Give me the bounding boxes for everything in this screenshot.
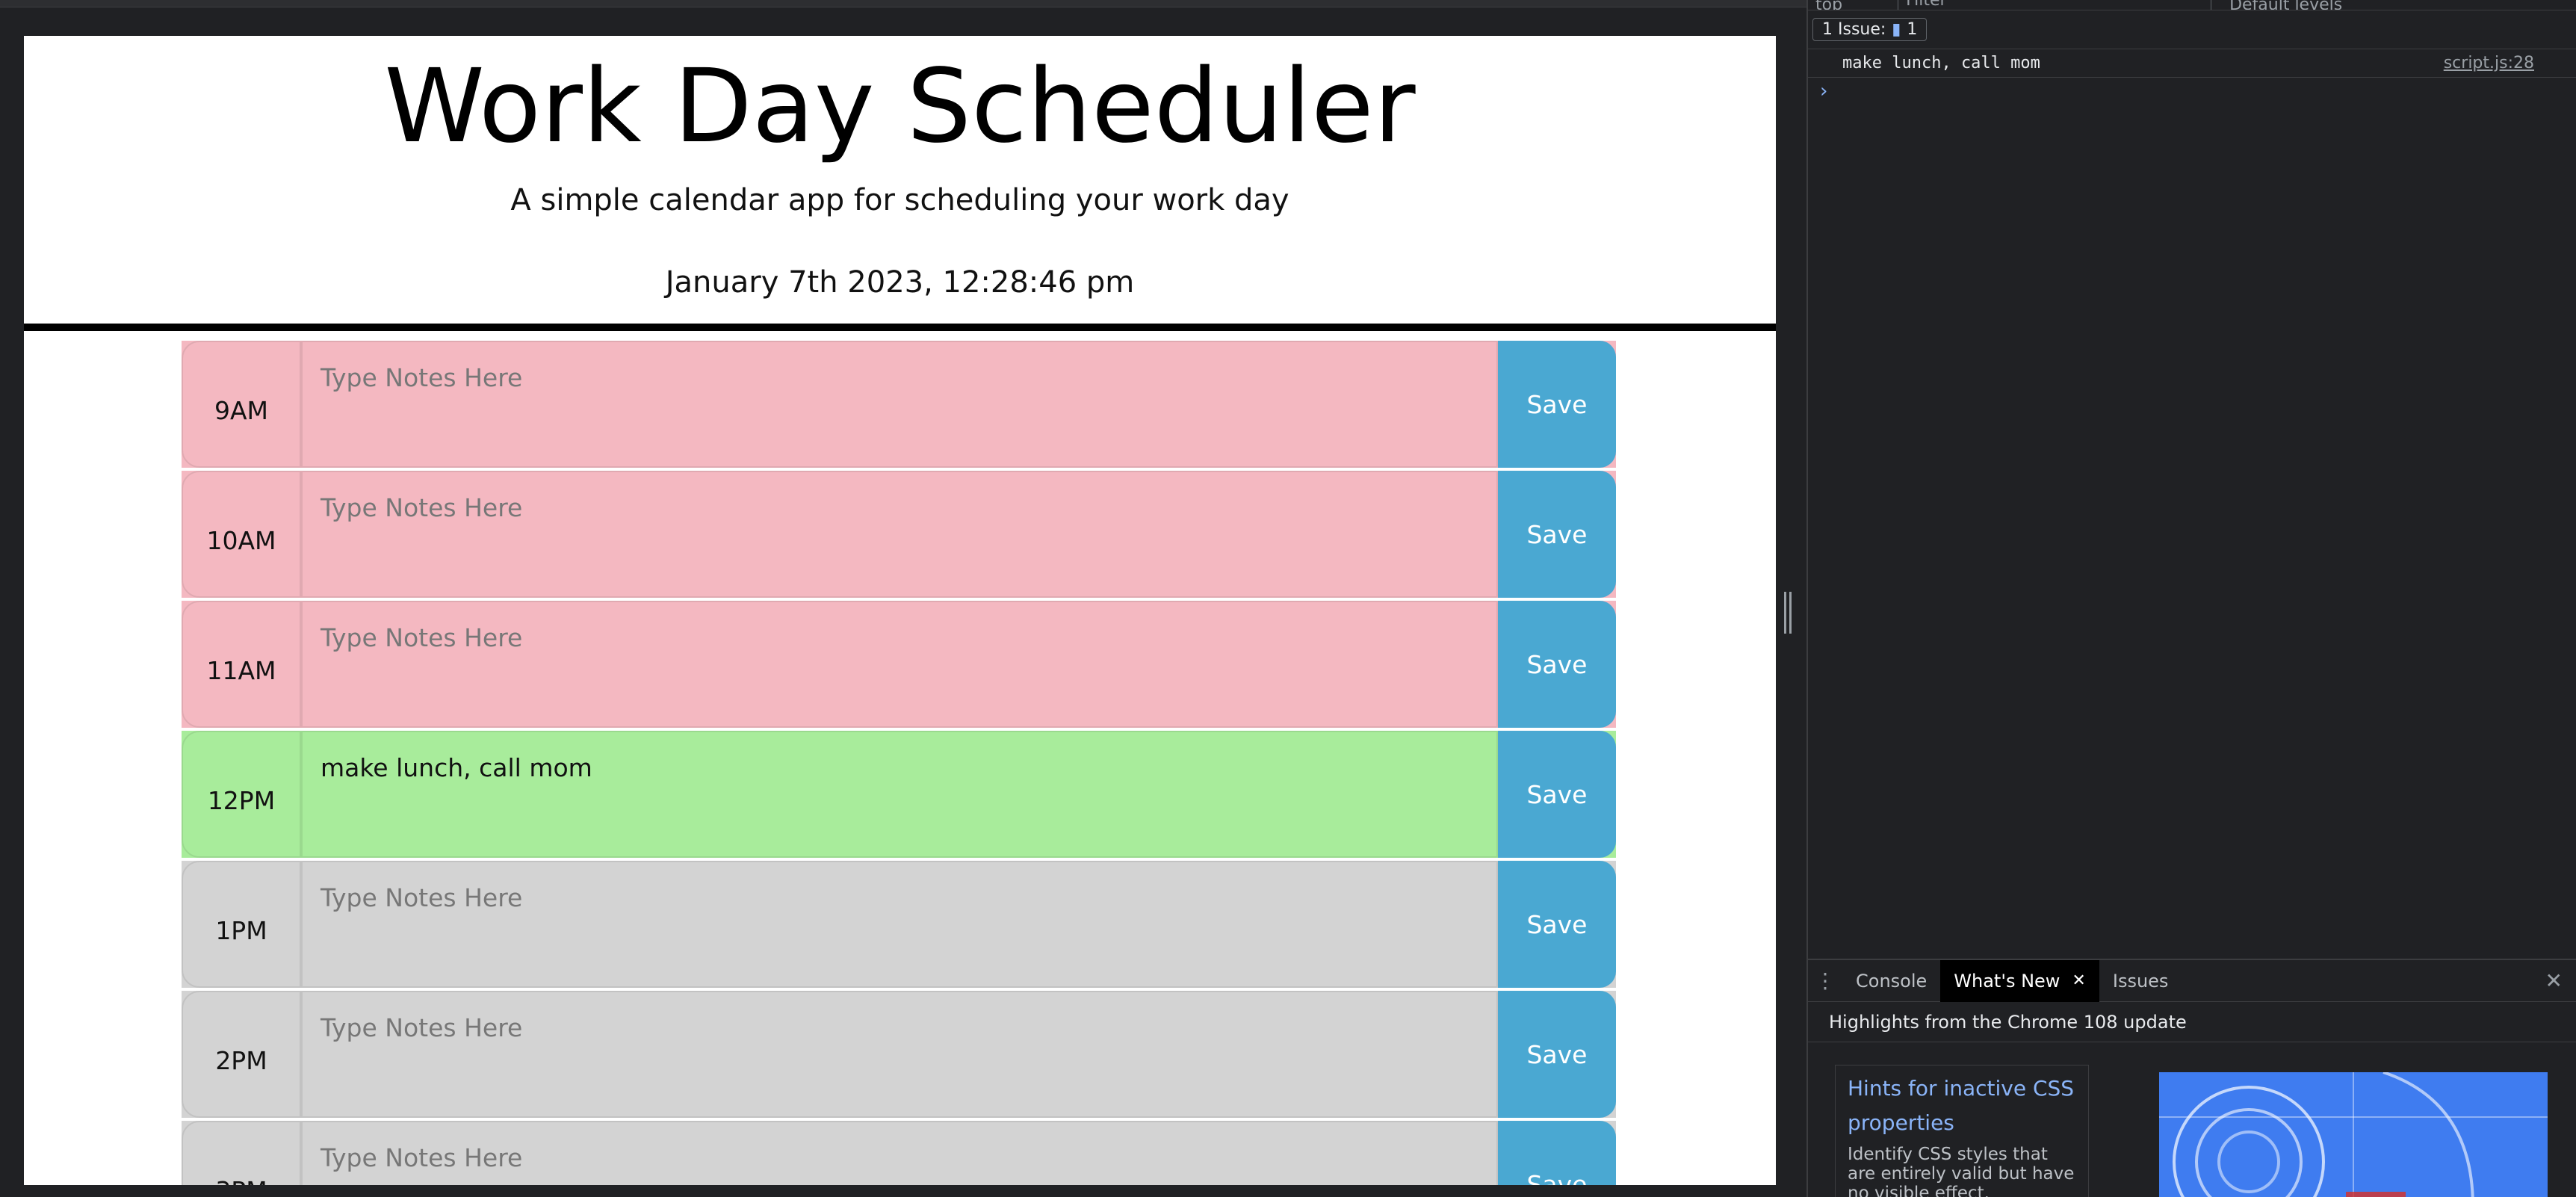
hour-label: 11AM (182, 601, 301, 728)
save-button[interactable]: Save (1498, 341, 1616, 468)
hour-label: 12PM (182, 731, 301, 858)
hour-label: 3PM (182, 1121, 301, 1185)
issues-label: 1 Issue: (1822, 20, 1886, 39)
time-block-9am: 9AM Save (182, 338, 1616, 468)
close-drawer-icon[interactable]: ✕ (2545, 968, 2576, 993)
feature-card[interactable]: Hints for inactive CSS properties Identi… (1835, 1065, 2089, 1197)
time-block-10am: 10AM Save (182, 468, 1616, 598)
notes-textarea[interactable] (301, 341, 1498, 468)
notes-textarea[interactable] (301, 991, 1498, 1118)
feature-card-title[interactable]: Hints for inactive CSS properties (1848, 1071, 2076, 1140)
close-tab-icon[interactable]: ✕ (2072, 960, 2085, 1002)
console-message-text: make lunch, call mom (1842, 54, 2040, 72)
time-block-3pm: 3PM Save (182, 1119, 1616, 1185)
hour-label: 2PM (182, 991, 301, 1118)
devtools-drawer: ⋮ Console What's New ✕ Issues ✕ Highligh… (1808, 959, 2576, 1197)
tab-console[interactable]: Console (1842, 960, 1940, 1002)
tab-issues[interactable]: Issues (2099, 960, 2182, 1002)
notes-textarea[interactable] (301, 1121, 1498, 1185)
message-icon: ▮ (1892, 20, 1901, 39)
console-message: make lunch, call mom script.js:28 (1808, 49, 2576, 78)
time-block-2pm: 2PM Save (182, 989, 1616, 1119)
notes-textarea[interactable] (301, 731, 1498, 858)
console-filter-input[interactable]: Filter (1898, 0, 2212, 10)
console-prompt[interactable]: › (1808, 78, 2576, 105)
notes-textarea[interactable] (301, 601, 1498, 728)
schedule-container: 9AM Save 10AM Save 11AM Save 12PM Save 1… (182, 338, 1616, 1185)
save-button[interactable]: Save (1498, 1121, 1616, 1185)
drawer-tab-bar: ⋮ Console What's New ✕ Issues ✕ (1808, 959, 2576, 1002)
time-block-11am: 11AM Save (182, 598, 1616, 729)
hour-label: 9AM (182, 341, 301, 468)
panel-resize-handle[interactable] (1784, 592, 1795, 634)
save-button[interactable]: Save (1498, 731, 1616, 858)
issues-count: 1 (1907, 20, 1918, 39)
feature-card-description: Identify CSS styles that are entirely va… (1848, 1145, 2075, 1197)
tab-whats-new[interactable]: What's New ✕ (1940, 959, 2099, 1002)
console-source-link[interactable]: script.js:28 (2444, 54, 2534, 72)
save-button[interactable]: Save (1498, 861, 1616, 988)
page-viewport: Work Day Scheduler A simple calendar app… (24, 36, 1776, 1185)
feature-illustration (2159, 1072, 2548, 1197)
browser-top-strip (0, 0, 1806, 7)
tab-whats-new-label: What's New (1954, 970, 2061, 992)
notes-textarea[interactable] (301, 861, 1498, 988)
hour-label: 1PM (182, 861, 301, 988)
whats-new-heading: Highlights from the Chrome 108 update (1808, 1002, 2576, 1042)
header: Work Day Scheduler A simple calendar app… (24, 36, 1776, 331)
time-block-1pm: 1PM Save (182, 859, 1616, 989)
notes-textarea[interactable] (301, 471, 1498, 598)
page-subtitle: A simple calendar app for scheduling you… (510, 183, 1289, 217)
feature-illustration-graphic (2159, 1072, 2548, 1197)
console-toolbar: top Filter Default levels (1808, 0, 2576, 10)
issues-bar: 1 Issue: ▮ 1 (1808, 10, 2576, 49)
devtools-panel: top Filter Default levels 1 Issue: ▮ 1 m… (1806, 0, 2576, 1197)
issues-counter[interactable]: 1 Issue: ▮ 1 (1812, 18, 1928, 41)
context-selector[interactable]: top (1815, 0, 1842, 10)
save-button[interactable]: Save (1498, 471, 1616, 598)
time-block-12pm: 12PM Save (182, 729, 1616, 859)
more-options-icon[interactable]: ⋮ (1808, 968, 1842, 993)
save-button[interactable]: Save (1498, 991, 1616, 1118)
current-date: January 7th 2023, 12:28:46 pm (665, 265, 1135, 300)
page-title: Work Day Scheduler (384, 48, 1416, 166)
hour-label: 10AM (182, 471, 301, 598)
save-button[interactable]: Save (1498, 601, 1616, 728)
log-levels-dropdown[interactable]: Default levels (2229, 0, 2342, 10)
